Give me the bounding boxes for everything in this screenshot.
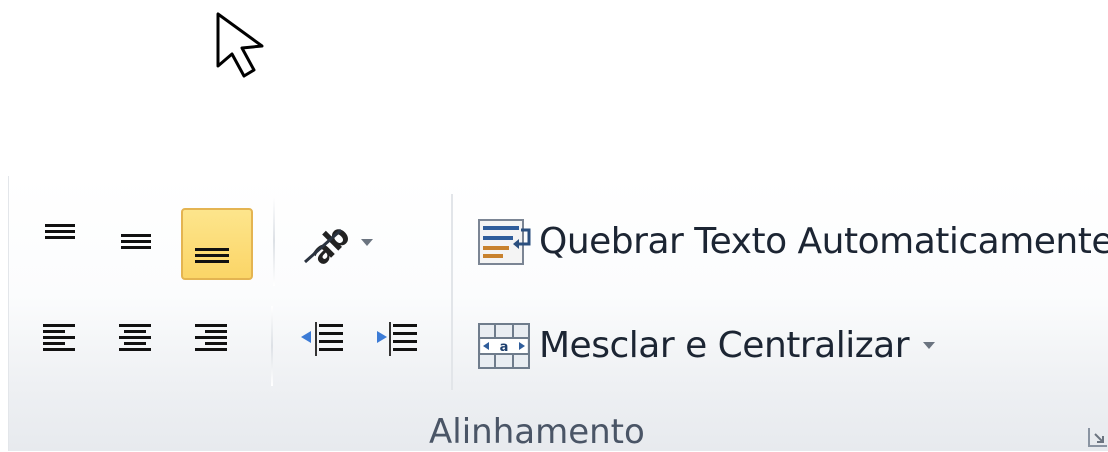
align-middle-button[interactable]: [107, 208, 179, 280]
separator: [273, 196, 275, 286]
align-middle-icon: [121, 234, 151, 249]
separator: [271, 306, 273, 386]
text-orientation-icon: ab: [303, 218, 373, 272]
merge-center-icon: a: [478, 323, 530, 369]
align-left-button[interactable]: [29, 304, 101, 376]
chevron-down-icon[interactable]: [923, 341, 935, 349]
align-center-icon: [119, 324, 151, 351]
align-top-button[interactable]: [31, 204, 103, 276]
align-top-icon: [45, 224, 75, 239]
align-bottom-button[interactable]: [181, 208, 253, 280]
group-label: Alinhamento: [429, 412, 645, 452]
increase-indent-icon: [377, 322, 417, 356]
align-center-button[interactable]: [105, 304, 177, 376]
align-left-icon: [43, 324, 75, 351]
dialog-launcher-icon[interactable]: [1087, 426, 1108, 448]
merge-center-button[interactable]: a Mesclar e Centralizar: [475, 310, 935, 380]
svg-text:ab: ab: [303, 218, 357, 272]
svg-text:a: a: [500, 340, 509, 355]
align-bottom-icon: [195, 248, 229, 263]
align-right-button[interactable]: [181, 304, 253, 376]
mouse-pointer-icon: [216, 12, 264, 78]
merge-center-label: Mesclar e Centralizar: [539, 324, 910, 366]
decrease-indent-button[interactable]: [289, 304, 361, 376]
wrap-text-button[interactable]: Quebrar Texto Automaticamente: [475, 206, 1108, 276]
align-right-icon: [195, 324, 227, 351]
text-orientation-button[interactable]: ab: [291, 206, 387, 278]
increase-indent-button[interactable]: [363, 304, 435, 376]
wrap-text-label: Quebrar Texto Automaticamente: [539, 220, 1108, 262]
decrease-indent-icon: [301, 322, 343, 356]
wrap-text-icon: [478, 219, 531, 265]
separator: [451, 194, 453, 390]
ribbon-alignment-group: ab Quebrar Texto Automaticamente a Mescl…: [8, 176, 1108, 452]
